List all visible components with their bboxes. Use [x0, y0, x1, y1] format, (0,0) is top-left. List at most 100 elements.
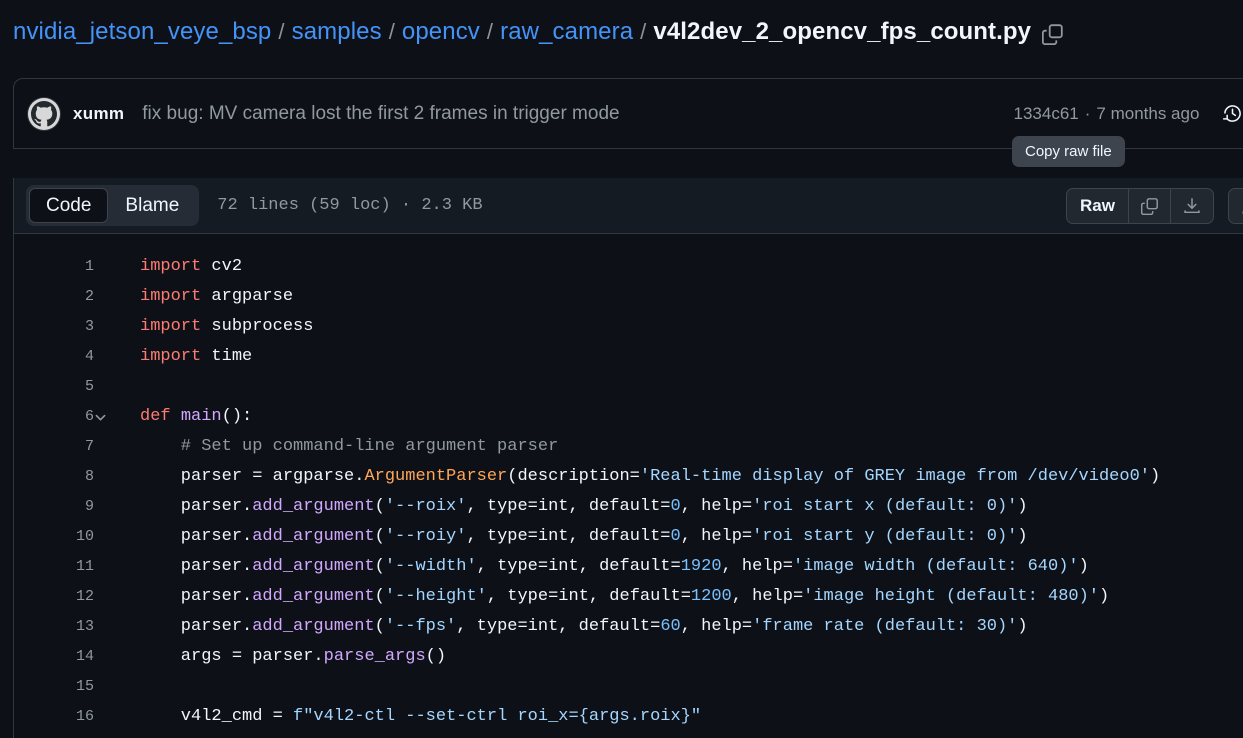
code-token: (	[375, 617, 385, 636]
code-content[interactable]: def main():	[122, 402, 1243, 432]
line-number[interactable]: 13	[14, 612, 94, 642]
breadcrumb-item-opencv[interactable]: opencv	[402, 18, 480, 46]
line-number[interactable]: 2	[14, 282, 94, 312]
code-token: )	[1099, 587, 1109, 606]
line-number[interactable]: 16	[14, 702, 94, 732]
code-token: '--height'	[385, 587, 487, 606]
breadcrumb-separator: /	[389, 19, 395, 45]
collapse-chevron-icon[interactable]	[94, 402, 122, 424]
code-token: '--width'	[385, 557, 477, 576]
code-token: )	[1017, 497, 1027, 516]
code-token: )	[1017, 617, 1027, 636]
copy-raw-file-button[interactable]	[1129, 189, 1171, 223]
line-number[interactable]: 12	[14, 582, 94, 612]
line-number[interactable]: 11	[14, 552, 94, 582]
edit-file-button[interactable]	[1229, 189, 1243, 223]
code-line: 3 import subprocess	[14, 312, 1243, 342]
raw-button[interactable]: Raw	[1067, 189, 1129, 223]
code-content[interactable]: parser.add_argument('--roix', type=int, …	[122, 492, 1243, 522]
code-content[interactable]: import time	[122, 342, 1243, 372]
code-token: , type=int, default=	[487, 587, 691, 606]
code-line: 9 parser.add_argument('--roix', type=int…	[14, 492, 1243, 522]
code-token: , help=	[681, 617, 752, 636]
code-token: (	[375, 497, 385, 516]
line-number[interactable]: 14	[14, 642, 94, 672]
code-content[interactable]: import cv2	[122, 252, 1243, 282]
commit-message[interactable]: fix bug: MV camera lost the first 2 fram…	[142, 103, 619, 125]
code-line: 1 import cv2	[14, 252, 1243, 282]
code-blame-segmented-control: Code Blame	[26, 185, 199, 227]
commit-sha[interactable]: 1334c61	[1014, 104, 1079, 124]
line-number[interactable]: 7	[14, 432, 94, 462]
breadcrumb-separator: /	[278, 19, 284, 45]
code-content[interactable]: # Set up command-line argument parser	[122, 432, 1243, 462]
code-token: '--roiy'	[385, 527, 467, 546]
line-number[interactable]: 10	[14, 522, 94, 552]
code-token: parser = argparse.	[140, 467, 364, 486]
breadcrumb-item-current-file: v4l2dev_2_opencv_fps_count.py	[653, 18, 1031, 46]
line-number[interactable]: 5	[14, 372, 94, 402]
code-token: argparse	[201, 287, 293, 306]
line-number[interactable]: 1	[14, 252, 94, 282]
code-line: 5	[14, 372, 1243, 402]
tab-blame[interactable]: Blame	[108, 188, 196, 224]
code-token: add_argument	[252, 587, 374, 606]
code-token: 60	[660, 617, 680, 636]
commit-author[interactable]: xumm	[73, 104, 124, 124]
code-viewer: 1 import cv2 2 import argparse 3 import subpr…	[13, 234, 1243, 738]
code-token: parser.	[140, 527, 252, 546]
breadcrumb-separator: /	[640, 19, 646, 45]
code-token: import	[140, 257, 201, 276]
code-token: add_argument	[252, 557, 374, 576]
code-token: 'frame rate (default: 30)'	[752, 617, 1017, 636]
code-token: , type=int, default=	[456, 617, 660, 636]
code-token: 1920	[681, 557, 722, 576]
copy-path-icon[interactable]	[1042, 23, 1064, 45]
code-token: , help=	[722, 557, 793, 576]
code-token: parser.	[140, 497, 252, 516]
breadcrumb-separator: /	[487, 19, 493, 45]
breadcrumb-item-raw-camera[interactable]: raw_camera	[500, 18, 633, 46]
line-number[interactable]: 4	[14, 342, 94, 372]
line-number[interactable]: 9	[14, 492, 94, 522]
breadcrumb-item-repo[interactable]: nvidia_jetson_veye_bsp	[13, 18, 271, 46]
code-token: parse_args	[324, 647, 426, 666]
code-token: parser.	[140, 587, 252, 606]
code-content[interactable]: parser.add_argument('--roiy', type=int, …	[122, 522, 1243, 552]
tab-code[interactable]: Code	[29, 188, 108, 224]
code-content[interactable]: v4l2_cmd = f"v4l2-ctl --set-ctrl roi_x={…	[122, 702, 1243, 732]
file-toolbar: Code Blame 72 lines (59 loc) · 2.3 KB Ra…	[13, 178, 1243, 234]
code-content[interactable]: import subprocess	[122, 312, 1243, 342]
code-line: 12 parser.add_argument('--height', type=…	[14, 582, 1243, 612]
code-token: '--fps'	[385, 617, 456, 636]
code-line: 14 args = parser.parse_args()	[14, 642, 1243, 672]
file-meta: 72 lines (59 loc) · 2.3 KB	[217, 196, 482, 215]
commit-meta-separator: ·	[1085, 104, 1091, 124]
breadcrumb-item-samples[interactable]: samples	[292, 18, 382, 46]
code-content[interactable]: parser.add_argument('--height', type=int…	[122, 582, 1243, 612]
history-link[interactable]: History	[1223, 104, 1243, 124]
code-token: parser.	[140, 557, 252, 576]
line-number[interactable]: 6	[14, 402, 94, 432]
code-token: , type=int, default=	[477, 557, 681, 576]
code-token: ()	[426, 647, 446, 666]
code-token	[171, 407, 181, 426]
code-token: (	[375, 557, 385, 576]
code-content[interactable]: parser.add_argument('--width', type=int,…	[122, 552, 1243, 582]
code-content[interactable]: parser.add_argument('--fps', type=int, d…	[122, 612, 1243, 642]
code-line: 8 parser = argparse.ArgumentParser(descr…	[14, 462, 1243, 492]
line-number[interactable]: 8	[14, 462, 94, 492]
code-token: 'Real-time display of GREY image from /d…	[640, 467, 1150, 486]
code-content[interactable]: args = parser.parse_args()	[122, 642, 1243, 672]
code-token: 0	[671, 497, 681, 516]
download-raw-file-button[interactable]	[1171, 189, 1213, 223]
code-content[interactable]: parser = argparse.ArgumentParser(descrip…	[122, 462, 1243, 492]
octocat-avatar-icon[interactable]	[28, 98, 60, 130]
code-token: 0	[671, 527, 681, 546]
line-number[interactable]: 15	[14, 672, 94, 702]
code-token: , help=	[681, 527, 752, 546]
code-line: 13 parser.add_argument('--fps', type=int…	[14, 612, 1243, 642]
code-content[interactable]: import argparse	[122, 282, 1243, 312]
line-number[interactable]: 3	[14, 312, 94, 342]
code-token: 'image width (default: 640)'	[793, 557, 1079, 576]
